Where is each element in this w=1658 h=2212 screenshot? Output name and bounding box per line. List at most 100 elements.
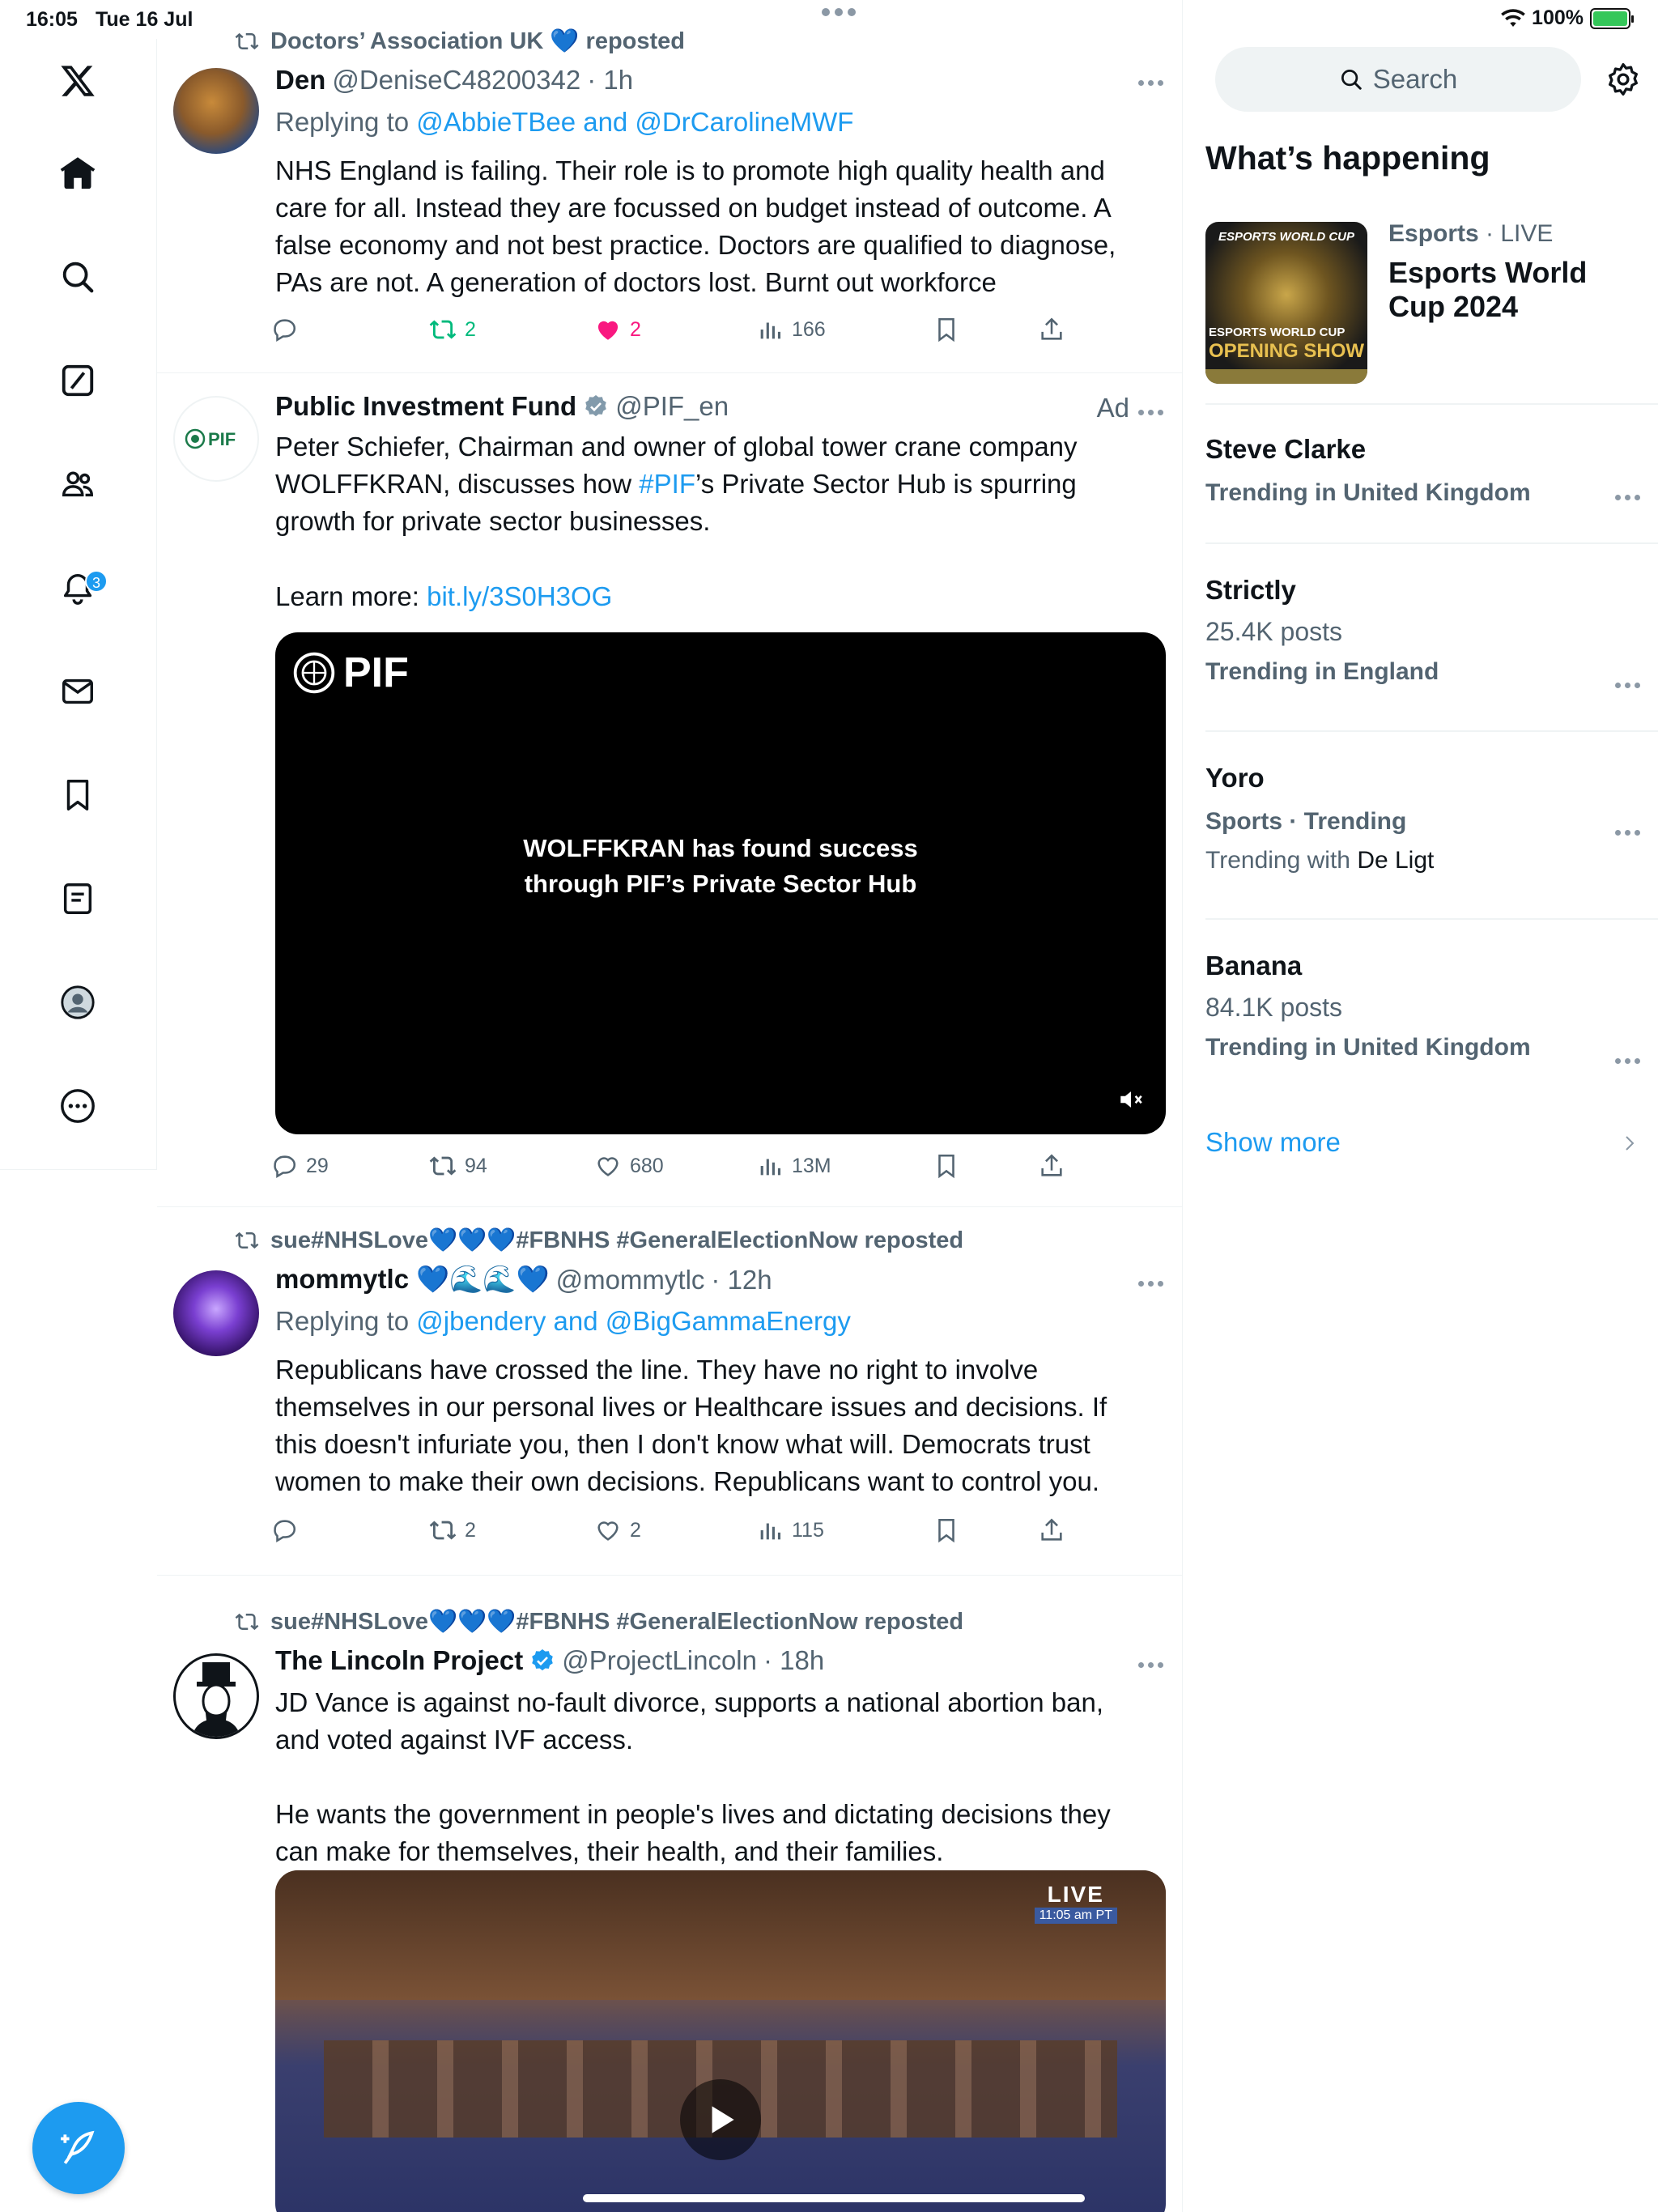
retweet-button[interactable]: 94 (429, 1152, 487, 1180)
home-icon[interactable] (44, 139, 112, 207)
post-time: · 1h (587, 65, 634, 95)
post-time: · 18h (763, 1645, 825, 1675)
trend-item[interactable]: Yoro Sports · Trending Trending with De … (1205, 763, 1658, 874)
trend-item[interactable]: Steve Clarke Trending in United Kingdom (1205, 434, 1658, 507)
avatar[interactable] (173, 68, 259, 154)
trend-more-icon[interactable] (1611, 824, 1643, 840)
bookmarks-icon[interactable] (44, 761, 112, 829)
thumb-title: ESPORTS WORLD CUP (1218, 230, 1355, 244)
tweet-card[interactable]: sue#NHSLove💙💙💙#FBNHS #GeneralElectionNow… (157, 1207, 1182, 1576)
video-caption: WOLFFKRAN has found success through PIF’… (275, 831, 1166, 902)
tweet-card[interactable]: sue#NHSLove💙💙💙#FBNHS #GeneralElectionNow… (157, 1576, 1182, 2212)
share-button[interactable] (1038, 1152, 1065, 1180)
video-caption-line: WOLFFKRAN has found success (523, 834, 918, 862)
views-button[interactable]: 115 (756, 1516, 824, 1544)
repost-icon (235, 1613, 259, 1631)
video-player[interactable]: LIVE 11:05 am PT (275, 1870, 1166, 2212)
lists-icon[interactable] (44, 865, 112, 933)
reply-button[interactable] (270, 1516, 298, 1544)
esports-thumbnail[interactable]: ESPORTS WORLD CUP ESPORTS WORLD CUP OPEN… (1205, 222, 1367, 384)
notifications-bell-icon[interactable]: 3 (44, 554, 112, 622)
search-icon (1341, 70, 1362, 90)
like-button[interactable]: 680 (594, 1152, 664, 1180)
mute-button[interactable] (1117, 1086, 1145, 1113)
repost-by-label: sue#NHSLove💙💙💙#FBNHS #GeneralElectionNow… (270, 1227, 964, 1253)
show-more-link[interactable]: Show more (1205, 1127, 1341, 1158)
trend-title: Steve Clarke (1205, 434, 1367, 464)
share-button[interactable] (1038, 1516, 1065, 1544)
author-handle[interactable]: @PIF_en (615, 391, 729, 422)
settings-gear-icon[interactable] (1605, 62, 1641, 97)
promoted-tweet-card[interactable]: PIF Public Investment Fund @PIF_en Ad Pe… (157, 373, 1182, 1207)
author-handle[interactable]: @mommytlc (556, 1265, 705, 1295)
tweet-card[interactable]: Doctors’ Association UK 💙 reposted Den @… (157, 19, 1182, 373)
view-count: 13M (792, 1154, 831, 1177)
replying-to: Replying to @jbendery and @BigGammaEnerg… (275, 1306, 851, 1337)
reply-to-mentions[interactable]: @AbbieTBee and @DrCarolineMWF (416, 107, 853, 137)
retweet-button[interactable]: 2 (429, 1516, 476, 1544)
trend-item[interactable]: Strictly 25.4K posts Trending in England (1205, 575, 1658, 688)
communities-icon[interactable] (44, 450, 112, 518)
ad-link[interactable]: bit.ly/3S0H3OG (427, 581, 612, 611)
tweet-more-icon[interactable] (1134, 1657, 1167, 1673)
replying-to: Replying to @AbbieTBee and @DrCarolineMW… (275, 107, 853, 138)
avatar[interactable] (173, 1270, 259, 1356)
views-button[interactable]: 166 (756, 316, 826, 343)
retweet-icon (429, 1156, 457, 1176)
author-name[interactable]: mommytlc 💙🌊🌊💙 (275, 1264, 550, 1295)
x-logo-icon[interactable] (44, 47, 112, 115)
explore-search-icon[interactable] (44, 243, 112, 311)
bookmark-button[interactable] (933, 1516, 960, 1544)
share-button[interactable] (1038, 316, 1065, 343)
video-player[interactable]: PIF WOLFFKRAN has found success through … (275, 632, 1166, 1134)
avatar[interactable] (173, 1653, 259, 1739)
bookmark-button[interactable] (933, 1152, 960, 1180)
author-handle[interactable]: @ProjectLincoln (562, 1645, 757, 1676)
trend-item[interactable]: Banana 84.1K posts Trending in United Ki… (1205, 951, 1658, 1064)
author-handle[interactable]: @DeniseC48200342 (332, 65, 580, 96)
live-badge: LIVE 11:05 am PT (1034, 1882, 1117, 1924)
video-frame-background (275, 1870, 1166, 2000)
play-button[interactable] (680, 2079, 761, 2160)
trend-more-icon[interactable] (1611, 677, 1643, 693)
like-button[interactable]: 2 (594, 1516, 641, 1544)
profile-avatar-icon[interactable] (44, 968, 112, 1036)
author-name[interactable]: Den (275, 65, 325, 96)
trend-title: Strictly (1205, 575, 1296, 605)
hashtag-link[interactable]: #PIF (639, 469, 695, 499)
views-chart-icon (760, 1159, 781, 1176)
reply-button[interactable] (270, 316, 298, 343)
tweet-more-icon[interactable] (1134, 1275, 1167, 1291)
reply-to-mentions[interactable]: @jbendery and @BigGammaEnergy (416, 1306, 851, 1336)
tweet-more-icon[interactable] (1134, 404, 1167, 420)
compose-post-button[interactable] (32, 2102, 125, 2194)
chevron-right-icon[interactable] (1620, 1134, 1639, 1153)
view-count: 115 (792, 1518, 824, 1542)
esports-title[interactable]: Esports World Cup 2024 (1388, 256, 1631, 324)
views-button[interactable]: 13M (756, 1152, 831, 1180)
trend-with-name: De Ligt (1357, 847, 1435, 874)
messages-icon[interactable] (44, 657, 112, 725)
trend-title: Yoro (1205, 763, 1265, 793)
esports-meta: Esports · LIVE (1388, 220, 1553, 248)
grok-icon[interactable] (44, 347, 112, 415)
tweet-actions: 2 2 115 (270, 1516, 1080, 1552)
tweet-header: mommytlc 💙🌊🌊💙 @mommytlc · 12h (275, 1264, 772, 1295)
author-name[interactable]: Public Investment Fund (275, 391, 576, 422)
reply-icon (274, 319, 295, 342)
right-sidebar: Search What’s happening ESPORTS WORLD CU… (1183, 0, 1658, 2212)
like-button[interactable]: 2 (594, 316, 641, 343)
tweet-header: Public Investment Fund @PIF_en (275, 391, 729, 422)
heart-icon (597, 1157, 619, 1176)
retweet-button[interactable]: 2 (429, 316, 476, 343)
bookmark-icon (938, 1518, 954, 1543)
trend-more-icon[interactable] (1611, 489, 1643, 505)
trend-more-icon[interactable] (1611, 1053, 1643, 1069)
bookmark-button[interactable] (933, 316, 960, 343)
search-input[interactable]: Search (1215, 47, 1581, 112)
reply-button[interactable]: 29 (270, 1152, 329, 1180)
author-name[interactable]: The Lincoln Project (275, 1645, 523, 1676)
avatar[interactable]: PIF (173, 396, 259, 482)
tweet-more-icon[interactable] (1134, 74, 1167, 91)
more-options-icon[interactable] (44, 1072, 112, 1140)
